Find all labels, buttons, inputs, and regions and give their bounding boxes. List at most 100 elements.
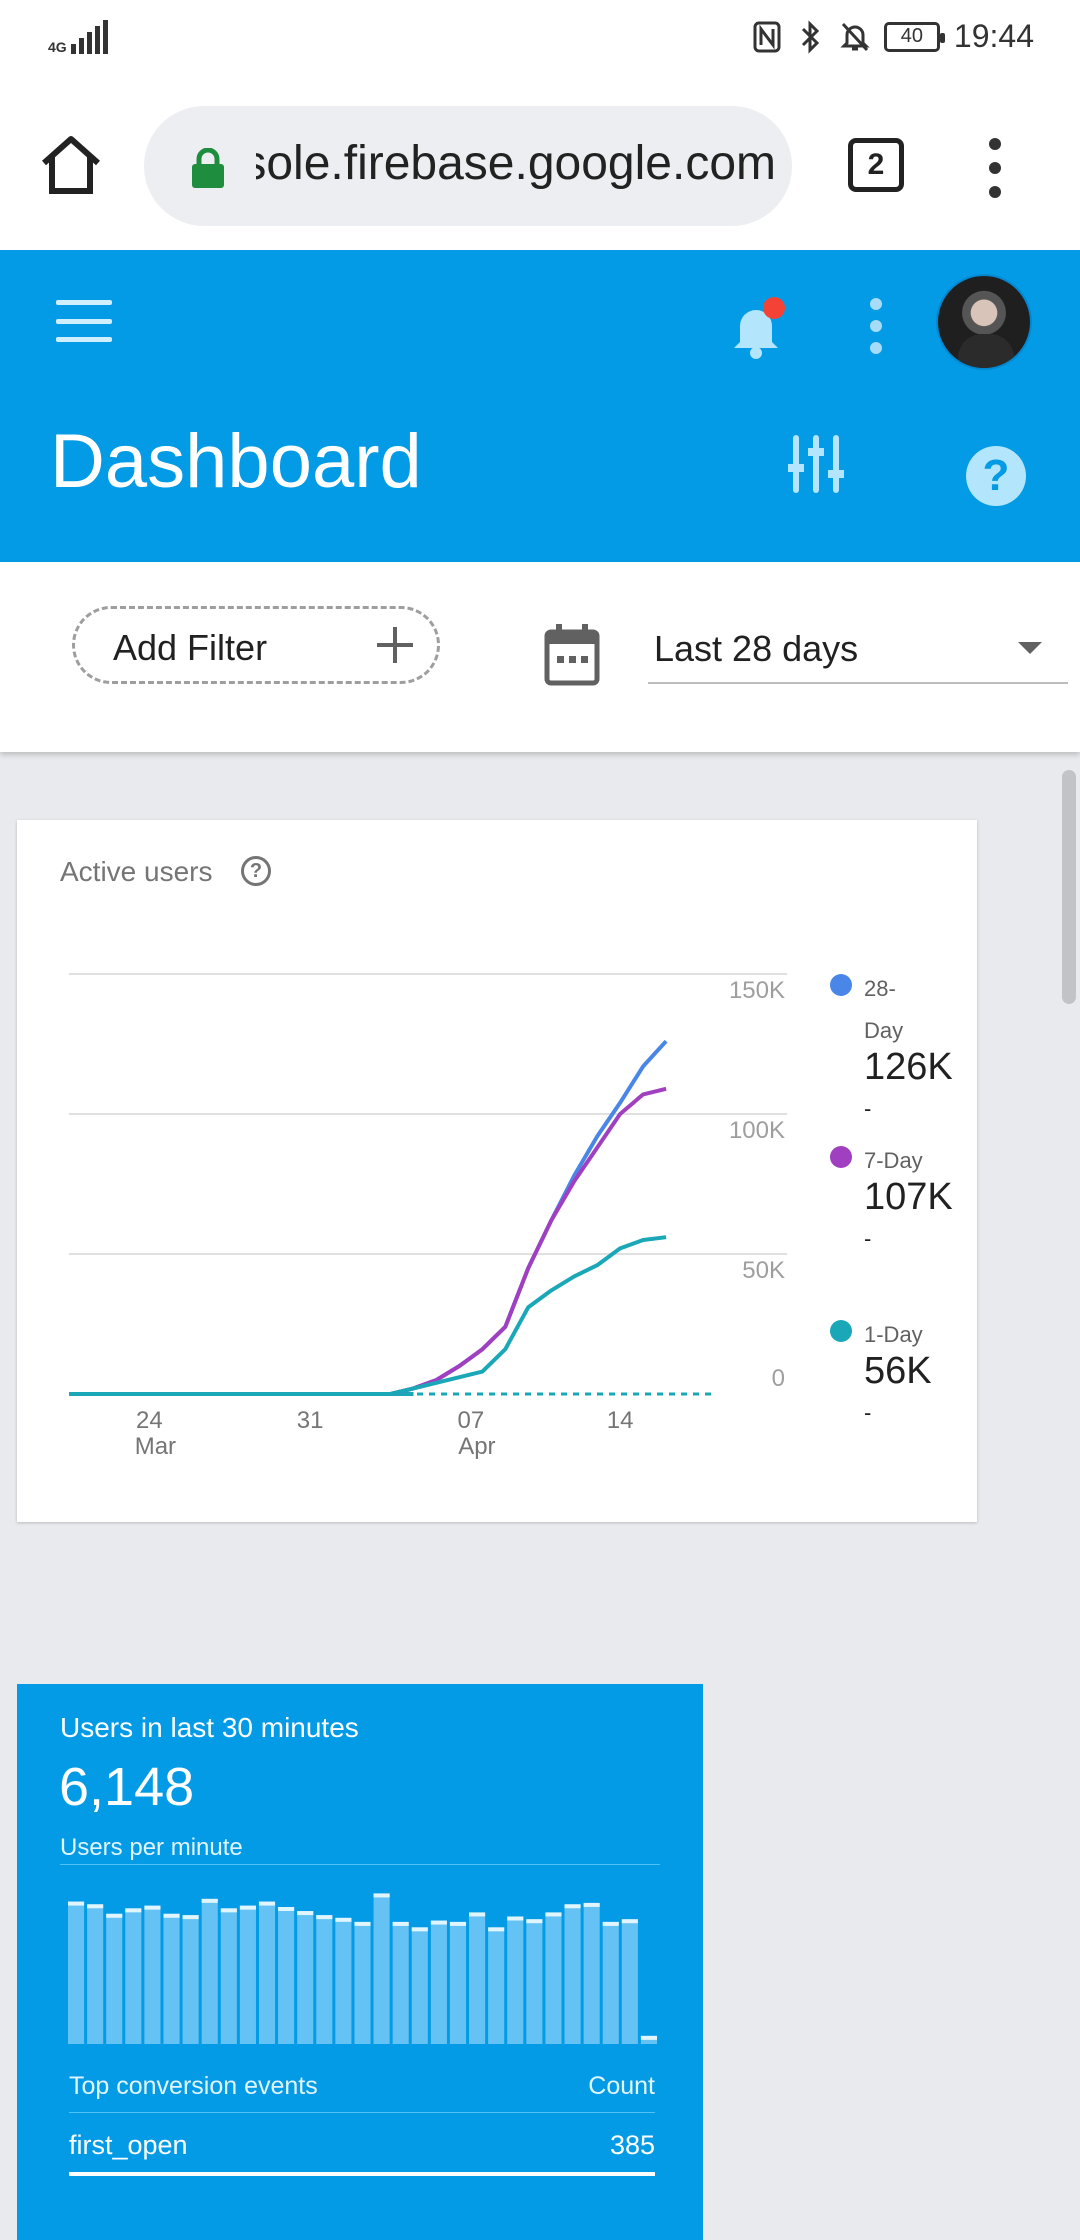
minute-bar (449, 1921, 467, 2044)
table-row[interactable]: first_open 385 (69, 2130, 655, 2161)
add-filter-label: Add Filter (113, 627, 268, 668)
signal-icon (70, 20, 108, 54)
help-icon[interactable]: ? (966, 446, 1026, 506)
minute-bar-cap (488, 1927, 505, 1932)
minute-bar (526, 1919, 543, 2044)
minute-bar (373, 1893, 390, 2044)
minute-bar (469, 1912, 486, 2044)
minute-bar (335, 1917, 352, 2044)
minute-bar (354, 1921, 371, 2044)
x-tick-label: 14 (607, 1407, 634, 1434)
legend-name: 28-Day (864, 976, 904, 1043)
realtime-subtitle: Users per minute (60, 1834, 243, 1861)
minute-bar-cap (278, 1906, 295, 1911)
minute-bar (182, 1915, 199, 2044)
divider (69, 2112, 655, 2113)
minute-bar-cap (602, 1921, 619, 1926)
url-bar[interactable]: console.firebase.google.com (144, 106, 792, 226)
row-underline (69, 2172, 655, 2176)
users-per-minute-chart (68, 1893, 657, 2044)
minute-bar-cap (144, 1905, 161, 1910)
minute-bar-cap (392, 1921, 409, 1926)
minute-bar (278, 1906, 295, 2044)
y-tick-label: 0 (772, 1365, 785, 1392)
battery-icon: 40 (883, 21, 945, 52)
header-count: Count (588, 2072, 655, 2100)
minute-bar-cap (163, 1913, 180, 1918)
header-event: Top conversion events (69, 2072, 318, 2100)
minute-bar-cap (68, 1901, 85, 1906)
minute-bar-cap (583, 1902, 600, 1907)
menu-icon[interactable] (56, 300, 112, 342)
minute-bar (68, 1901, 85, 2044)
plus-icon (375, 625, 415, 665)
x-tick-label: 07 (458, 1407, 485, 1434)
realtime-title: Users in last 30 minutes (60, 1712, 359, 1743)
avatar[interactable] (936, 274, 1032, 370)
minute-bar-cap (526, 1919, 543, 1924)
active-users-chart: 150K 100K 50K 0 24Mar 31 07Apr 14 (69, 973, 787, 1460)
legend-dot (830, 1146, 852, 1168)
minute-bar (258, 1901, 276, 2044)
x-tick-month: Apr (458, 1433, 495, 1460)
minute-bar (602, 1921, 619, 2044)
legend-value: 56K (864, 1350, 932, 1392)
add-filter-button[interactable]: Add Filter (72, 606, 440, 684)
legend-dot (830, 974, 852, 996)
minute-bar (87, 1904, 104, 2044)
legend-delta: - (864, 1096, 872, 1121)
series-line-1-day (69, 1235, 667, 1396)
page-title: Dashboard (50, 419, 422, 504)
minute-bar-cap (106, 1913, 123, 1918)
help-circle-icon[interactable]: ? (241, 856, 271, 886)
scrollbar[interactable] (1062, 770, 1076, 1004)
y-tick-label: 50K (742, 1257, 785, 1284)
minute-bar (507, 1916, 524, 2044)
card-title: Active users (60, 856, 213, 887)
minute-bar-cap (564, 1904, 581, 1909)
tab-switcher-button[interactable]: 2 (848, 138, 904, 192)
browser-menu-icon[interactable] (980, 138, 1010, 198)
minute-bar-cap (469, 1912, 486, 1917)
date-range-value: Last 28 days (654, 628, 859, 669)
url-text: console.firebase.google.com (256, 137, 776, 190)
legend-value: 107K (864, 1176, 953, 1218)
browser-toolbar: console.firebase.google.com 2 (0, 80, 1080, 250)
event-count: 385 (609, 2130, 655, 2160)
minute-bar (392, 1921, 409, 2044)
minute-bar-cap (297, 1911, 314, 1916)
legend-delta: - (864, 1226, 872, 1251)
bluetooth-icon (796, 19, 826, 54)
minute-bar-cap (507, 1916, 524, 1921)
y-tick-label: 100K (729, 1117, 785, 1144)
minute-bar-cap (640, 2035, 657, 2040)
minute-bar-cap (239, 1905, 256, 1910)
realtime-card: Users in last 30 minutes 6,148 Users per… (17, 1684, 703, 2240)
nfc-icon (752, 20, 782, 54)
legend-value: 126K (864, 1046, 953, 1088)
calendar-icon[interactable] (544, 624, 600, 686)
bell-off-icon (840, 20, 870, 54)
signal-indicator: 4G (48, 20, 108, 54)
minute-bar-cap (201, 1898, 218, 1903)
network-type: 4G (48, 39, 67, 55)
filter-bar: Add Filter Last 28 days (0, 562, 1080, 752)
minute-bar-cap (87, 1904, 104, 1909)
minute-bar-cap (373, 1893, 390, 1898)
home-icon[interactable] (38, 135, 104, 195)
minute-bar (220, 1908, 237, 2044)
y-tick-label: 150K (729, 977, 785, 1004)
minute-bar-cap (545, 1912, 562, 1917)
minute-bar (430, 1920, 447, 2044)
minute-bar (163, 1913, 180, 2044)
legend-delta: - (864, 1400, 872, 1425)
event-name: first_open (69, 2130, 188, 2160)
more-options-icon[interactable] (866, 298, 886, 354)
minute-bar (411, 1927, 428, 2044)
minute-bar-cap (316, 1915, 333, 1920)
customize-dashboard-icon[interactable] (788, 434, 844, 494)
date-range-select[interactable]: Last 28 days (648, 606, 1068, 684)
lock-icon (190, 147, 226, 188)
minute-bar-cap (258, 1901, 276, 1906)
active-users-card: 150K 100K 50K 0 24 Mar 31 07 Apr 14 Active users … (17, 820, 977, 1522)
